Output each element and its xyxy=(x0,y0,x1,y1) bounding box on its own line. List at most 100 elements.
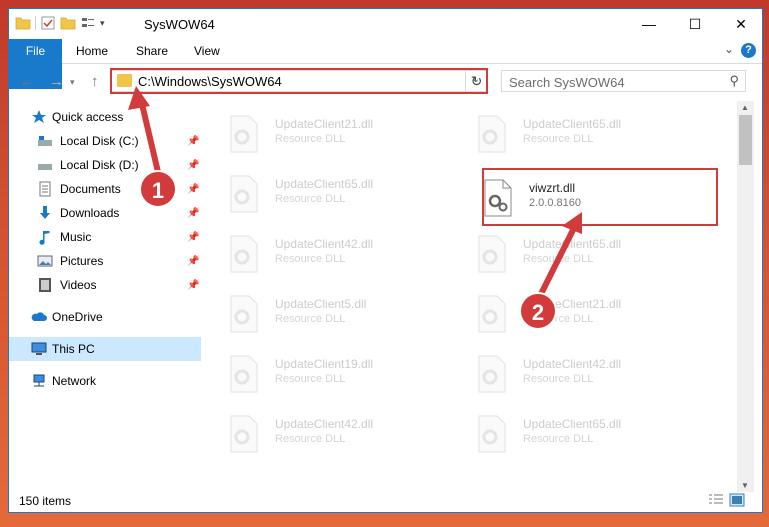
file-list: UpdateClient21.dll Resource DLL UpdateCl… xyxy=(209,101,737,486)
pin-icon: 📌 xyxy=(187,279,200,291)
up-arrow-icon[interactable]: ↑ xyxy=(91,73,99,90)
file-type: Resource DLL xyxy=(523,373,594,385)
back-arrow-icon[interactable]: ← xyxy=(19,73,34,90)
dll-file-icon xyxy=(478,415,506,453)
chevron-down-icon[interactable]: ▾ xyxy=(100,18,105,29)
network-icon xyxy=(33,374,45,387)
file-item[interactable]: UpdateClient42.dll Resource DLL xyxy=(209,407,439,457)
tab-home[interactable]: Home xyxy=(76,39,108,63)
dll-file-icon xyxy=(230,115,258,153)
window-title: SysWOW64 xyxy=(144,17,215,32)
nav-item-music[interactable]: Music 📌 xyxy=(9,225,201,249)
nav-item-onedrive[interactable]: OneDrive xyxy=(9,305,201,329)
pin-icon: 📌 xyxy=(187,135,200,147)
minimize-button[interactable]: — xyxy=(626,9,672,39)
nav-item-videos[interactable]: Videos 📌 xyxy=(9,273,201,297)
pictures-icon xyxy=(37,255,53,267)
file-type: Resource DLL xyxy=(275,433,346,445)
music-icon xyxy=(39,231,50,245)
nav-item-label: This PC xyxy=(52,342,95,356)
tab-share[interactable]: Share xyxy=(136,39,168,63)
expand-ribbon-icon[interactable]: ⌄ xyxy=(724,42,734,56)
step-2-badge: 2 xyxy=(519,292,557,330)
nav-item-network[interactable]: Network xyxy=(9,369,201,393)
file-item[interactable]: UpdateClient5.dll Resource DLL xyxy=(209,287,439,337)
drive-icon xyxy=(38,164,52,170)
nav-item-label: Documents xyxy=(60,182,121,196)
file-type: Resource DLL xyxy=(275,253,346,265)
pin-icon: 📌 xyxy=(187,159,200,171)
file-item[interactable]: UpdateClient65.dll Resource DLL xyxy=(457,227,687,277)
dll-file-icon xyxy=(230,355,258,393)
nav-item-quick-access[interactable]: Quick access xyxy=(9,105,201,129)
file-item[interactable]: UpdateClient65.dll Resource DLL xyxy=(457,407,687,457)
details-view-icon[interactable] xyxy=(708,493,724,507)
file-type: Resource DLL xyxy=(523,253,594,265)
file-type: Resource DLL xyxy=(523,133,594,145)
file-type: Resource DLL xyxy=(523,433,594,445)
file-name: UpdateClient19.dll xyxy=(275,357,374,371)
dll-file-icon xyxy=(230,415,258,453)
file-type: Resource DLL xyxy=(275,373,346,385)
file-item[interactable]: UpdateClient65.dll Resource DLL xyxy=(457,107,687,157)
search-input[interactable]: Search SysWOW64 xyxy=(509,75,625,90)
nav-item-label: Quick access xyxy=(52,110,124,124)
status-bar: 150 items xyxy=(9,490,762,512)
item-count: 150 items xyxy=(19,494,72,508)
nav-item-label: Music xyxy=(60,230,92,244)
file-item[interactable]: UpdateClient21.dll Resource DLL xyxy=(457,287,687,337)
scroll-down-icon[interactable]: ▼ xyxy=(741,481,749,490)
help-icon[interactable]: ? xyxy=(741,43,756,58)
large-icons-view-icon[interactable] xyxy=(729,493,745,507)
file-type: Resource DLL xyxy=(275,133,346,145)
properties-icon[interactable] xyxy=(40,15,56,31)
pin-icon: 📌 xyxy=(187,255,200,267)
scrollbar-thumb[interactable] xyxy=(739,115,752,165)
nav-item-downloads[interactable]: Downloads 📌 xyxy=(9,201,201,225)
file-type: Resource DLL xyxy=(275,313,346,325)
star-icon xyxy=(32,110,46,123)
nav-item-label: Local Disk (D:) xyxy=(60,158,139,172)
new-folder-icon[interactable] xyxy=(60,15,76,31)
dll-file-icon xyxy=(478,355,506,393)
file-item[interactable]: UpdateClient42.dll Resource DLL xyxy=(457,347,687,397)
nav-item-label: Network xyxy=(52,374,97,388)
pin-icon: 📌 xyxy=(187,207,200,219)
search-icon[interactable]: ⚲ xyxy=(729,73,739,89)
nav-item-label: OneDrive xyxy=(52,310,103,324)
downloads-icon xyxy=(40,206,50,219)
pin-icon: 📌 xyxy=(187,183,200,195)
step-1-badge: 1 xyxy=(139,170,177,208)
folder-icon xyxy=(15,17,31,30)
close-button[interactable]: ✕ xyxy=(718,9,764,39)
drive-icon xyxy=(38,136,52,146)
file-name: UpdateClient21.dll xyxy=(275,117,374,131)
dll-file-icon xyxy=(230,235,258,273)
tab-view[interactable]: View xyxy=(194,39,220,63)
file-item[interactable]: UpdateClient19.dll Resource DLL xyxy=(209,347,439,397)
scroll-up-icon[interactable]: ▲ xyxy=(741,103,749,112)
documents-icon xyxy=(39,181,51,197)
file-name: UpdateClient65.dll xyxy=(275,177,374,191)
nav-item-pictures[interactable]: Pictures 📌 xyxy=(9,249,201,273)
file-item[interactable]: UpdateClient21.dll Resource DLL xyxy=(209,107,439,157)
quick-access-toolbar: ▾ xyxy=(15,15,105,31)
file-item[interactable]: UpdateClient42.dll Resource DLL xyxy=(209,227,439,277)
pin-icon: 📌 xyxy=(187,231,200,243)
file-item[interactable]: UpdateClient65.dll Resource DLL xyxy=(209,167,439,217)
file-type: Resource DLL xyxy=(275,193,346,205)
dll-file-icon xyxy=(230,175,258,213)
search-box[interactable]: Search SysWOW64 ⚲ xyxy=(501,70,746,92)
vertical-scrollbar[interactable]: ▲ ▼ xyxy=(737,101,754,492)
nav-item-local-disk-d[interactable]: Local Disk (D:) 📌 xyxy=(9,153,201,177)
file-name: UpdateClient5.dll xyxy=(275,297,367,311)
file-name: UpdateClient42.dll xyxy=(275,237,374,251)
nav-item-local-disk-c[interactable]: Local Disk (C:) 📌 xyxy=(9,129,201,153)
forward-arrow-icon[interactable]: → xyxy=(49,73,64,90)
maximize-button[interactable]: ☐ xyxy=(672,9,718,39)
ribbon-tabs: File Home Share View ⌄ ? xyxy=(9,39,762,89)
customize-icon[interactable] xyxy=(80,15,96,31)
title-bar: ▾ SysWOW64 — ☐ ✕ xyxy=(9,9,762,39)
recent-locations-icon[interactable]: ▾ xyxy=(70,77,75,88)
nav-item-this-pc[interactable]: This PC xyxy=(9,337,201,361)
